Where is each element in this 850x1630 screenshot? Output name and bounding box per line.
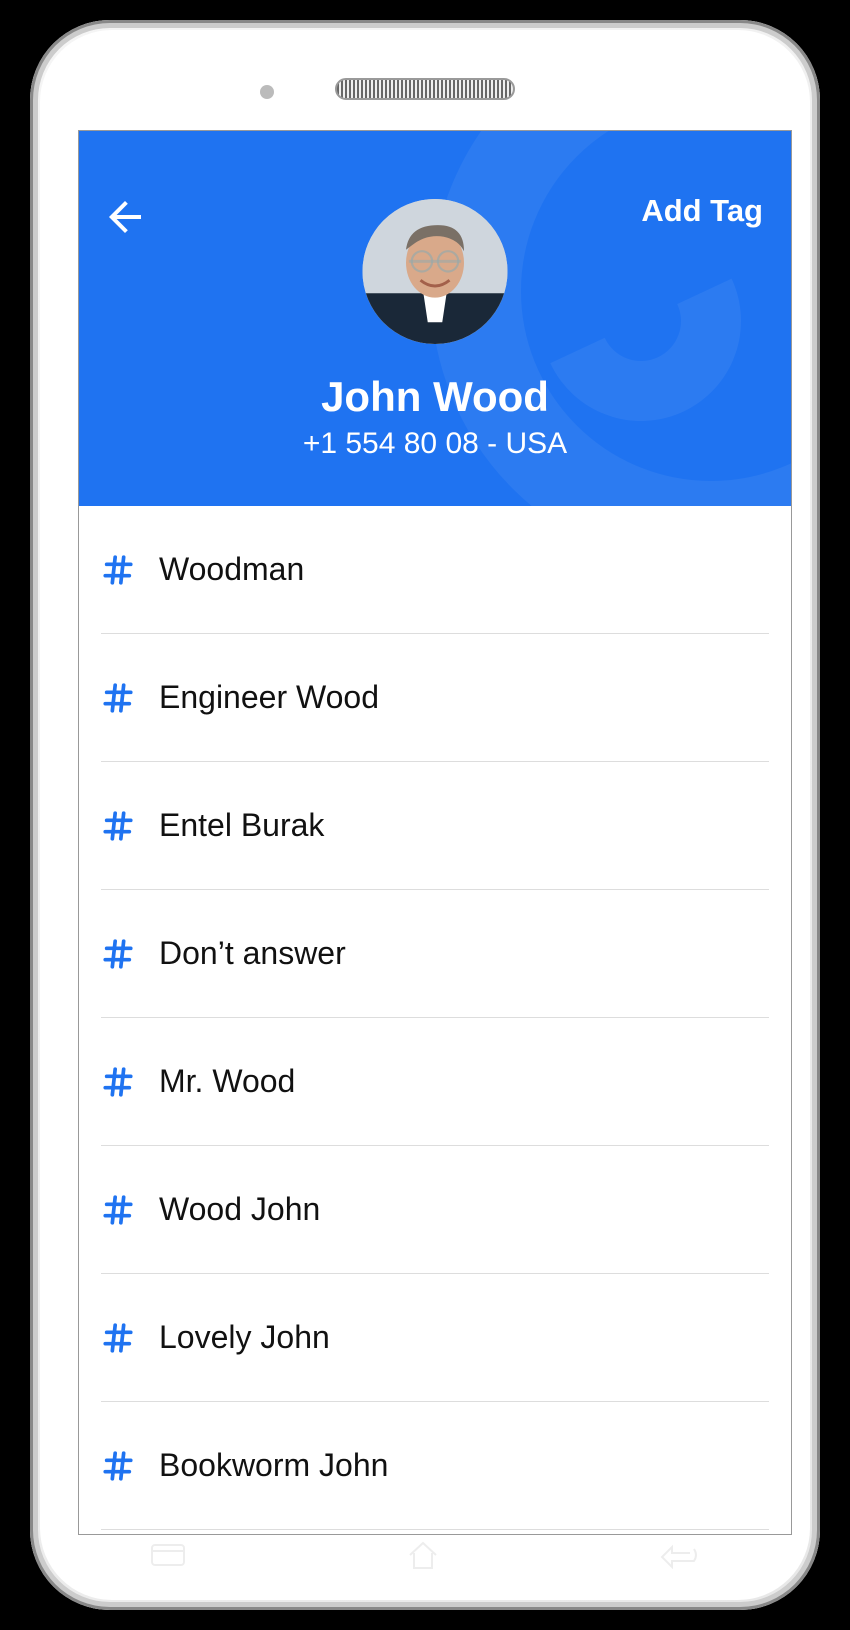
tag-row[interactable]: Engineer Wood [101,634,769,762]
hash-icon [101,1321,135,1355]
add-tag-button[interactable]: Add Tag [641,193,763,229]
hash-icon [101,1065,135,1099]
hash-icon [101,809,135,843]
recent-apps-icon[interactable] [150,1541,186,1576]
tag-row[interactable]: Woodman [101,506,769,634]
front-camera [260,85,274,99]
tag-label: Wood John [159,1191,320,1228]
hash-icon [101,937,135,971]
tag-label: Don’t answer [159,935,346,972]
contact-name: John Wood [79,373,791,421]
tag-label: Lovely John [159,1319,330,1356]
tag-row[interactable]: Entel Burak [101,762,769,890]
contact-header: Add Tag John Wood +1 554 [79,131,791,506]
phone-bezel: Add Tag John Wood +1 554 [40,30,810,1600]
earpiece-speaker [335,78,515,100]
tag-row[interactable]: Bookworm John [101,1402,769,1530]
back-icon[interactable] [660,1541,700,1576]
tag-row[interactable]: Wood John [101,1146,769,1274]
android-nav-bar [40,1534,810,1582]
tag-label: Woodman [159,551,304,588]
arrow-left-icon [101,193,149,241]
back-button[interactable] [101,193,149,241]
tag-list: Woodman Engineer Wood Entel Burak Don’t ans… [79,506,791,1530]
hash-icon [101,681,135,715]
phone-frame: Add Tag John Wood +1 554 [30,20,820,1610]
tag-row[interactable]: Don’t answer [101,890,769,1018]
hash-icon [101,553,135,587]
tag-row[interactable]: Mr. Wood [101,1018,769,1146]
tag-label: Mr. Wood [159,1063,295,1100]
contact-phone-line: +1 554 80 08 - USA [79,427,791,461]
app-screen: Add Tag John Wood +1 554 [78,130,792,1535]
tag-label: Entel Burak [159,807,324,844]
home-icon[interactable] [406,1538,440,1579]
contact-avatar[interactable] [363,199,508,344]
tag-label: Engineer Wood [159,679,379,716]
hash-icon [101,1193,135,1227]
tag-label: Bookworm John [159,1447,388,1484]
hash-icon [101,1449,135,1483]
avatar-image [363,199,508,344]
tag-row[interactable]: Lovely John [101,1274,769,1402]
